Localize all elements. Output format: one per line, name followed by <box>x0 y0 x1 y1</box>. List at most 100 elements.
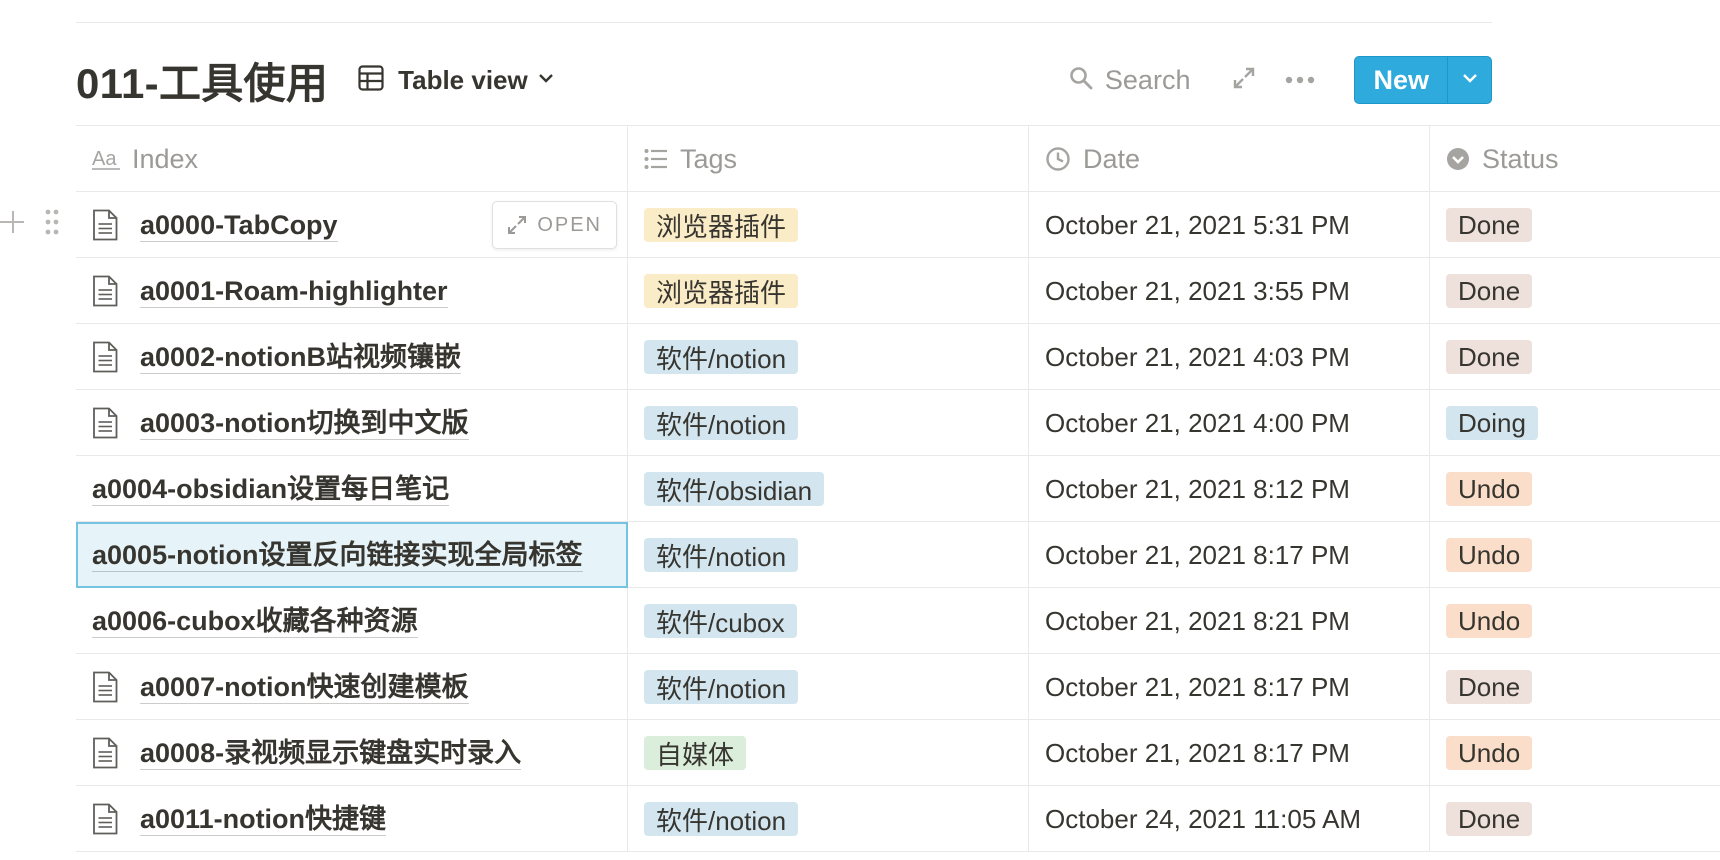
status-cell[interactable]: Done <box>1430 258 1720 324</box>
tag-chip: 软件/notion <box>644 670 799 704</box>
page-title-text: a0002-notionB站视频镶嵌 <box>140 341 462 374</box>
chevron-down-icon <box>1462 71 1478 89</box>
date-cell[interactable]: October 21, 2021 8:21 PM <box>1029 588 1430 654</box>
page-icon <box>92 802 122 836</box>
page-icon <box>92 736 122 770</box>
index-cell[interactable]: a0011-notion快捷键 <box>76 786 628 852</box>
page-title-link[interactable]: a0006-cubox收藏各种资源 <box>92 605 418 638</box>
open-arrows-icon <box>507 215 527 235</box>
status-cell[interactable]: Done <box>1430 654 1720 720</box>
status-cell[interactable]: Done <box>1430 324 1720 390</box>
table-row[interactable]: a0006-cubox收藏各种资源 软件/cubox October 21, 202… <box>76 588 1720 654</box>
column-header-label: Tags <box>680 143 738 174</box>
date-text: October 21, 2021 8:12 PM <box>1045 473 1350 504</box>
page-icon <box>92 208 122 242</box>
column-header-status[interactable]: Status <box>1430 126 1720 192</box>
index-cell[interactable]: a0001-Roam-highlighter <box>76 258 628 324</box>
table-row[interactable]: a0007-notion快速创建模板 软件/notion October 21, 2… <box>76 654 1720 720</box>
index-cell[interactable]: a0007-notion快速创建模板 <box>76 654 628 720</box>
tags-cell[interactable]: 软件/obsidian <box>628 456 1029 522</box>
page-title-link[interactable]: a0004-obsidian设置每日笔记 <box>92 473 450 506</box>
page-icon <box>92 406 122 440</box>
status-cell[interactable]: Undo <box>1430 522 1720 588</box>
tags-cell[interactable]: 软件/notion <box>628 786 1029 852</box>
page-title-link[interactable]: a0001-Roam-highlighter <box>92 274 448 308</box>
status-badge: Done <box>1446 274 1533 308</box>
tags-cell[interactable]: 自媒体 <box>628 720 1029 786</box>
index-cell[interactable]: a0004-obsidian设置每日笔记 <box>76 456 628 522</box>
table-row[interactable]: a0002-notionB站视频镶嵌 软件/notion October 21, 2… <box>76 324 1720 390</box>
drag-handle-icon[interactable] <box>44 207 60 237</box>
column-header-date[interactable]: Date <box>1029 126 1430 192</box>
new-options-button[interactable] <box>1447 57 1491 103</box>
tags-cell[interactable]: 软件/notion <box>628 390 1029 456</box>
open-row-button[interactable]: OPEN <box>492 201 617 249</box>
tag-chip: 软件/notion <box>644 340 799 374</box>
status-badge: Doing <box>1446 406 1538 440</box>
column-header-index[interactable]: Aa Index <box>76 126 628 192</box>
text-aa-icon: Aa <box>92 147 120 171</box>
page-title-text: a0001-Roam-highlighter <box>140 275 448 308</box>
page-title-link[interactable]: a0008-录视频显示键盘实时录入 <box>92 736 522 770</box>
header-actions: Search New <box>1063 56 1492 104</box>
page-title-text: a0011-notion快捷键 <box>140 803 387 836</box>
column-header-tags[interactable]: Tags <box>628 126 1029 192</box>
tags-cell[interactable]: 软件/notion <box>628 522 1029 588</box>
date-cell[interactable]: October 21, 2021 8:17 PM <box>1029 720 1430 786</box>
status-cell[interactable]: Undo <box>1430 456 1720 522</box>
tags-cell[interactable]: 软件/notion <box>628 324 1029 390</box>
database-title[interactable]: 011-工具使用 <box>76 50 328 111</box>
search-button[interactable]: Search <box>1063 60 1197 100</box>
tags-cell[interactable]: 浏览器插件 <box>628 258 1029 324</box>
date-text: October 21, 2021 8:17 PM <box>1045 539 1350 570</box>
status-cell[interactable]: Undo <box>1430 720 1720 786</box>
page-title-link[interactable]: a0002-notionB站视频镶嵌 <box>92 340 462 374</box>
table-row[interactable]: a0011-notion快捷键 软件/notion October 24, 2021… <box>76 786 1720 852</box>
date-cell[interactable]: October 24, 2021 11:05 AM <box>1029 786 1430 852</box>
index-cell[interactable]: a0005-notion设置反向链接实现全局标签 <box>76 522 628 588</box>
page-title-link[interactable]: a0005-notion设置反向链接实现全局标签 <box>92 539 583 572</box>
date-cell[interactable]: October 21, 2021 8:17 PM <box>1029 654 1430 720</box>
table-row[interactable]: a0004-obsidian设置每日笔记 软件/obsidian October 2… <box>76 456 1720 522</box>
view-switcher[interactable]: Table view <box>352 60 560 100</box>
page-title-link[interactable]: a0011-notion快捷键 <box>92 802 387 836</box>
date-cell[interactable]: October 21, 2021 8:17 PM <box>1029 522 1430 588</box>
table-row[interactable]: a0003-notion切换到中文版 软件/notion October 21, 2… <box>76 390 1720 456</box>
date-cell[interactable]: October 21, 2021 3:55 PM <box>1029 258 1430 324</box>
date-cell[interactable]: October 21, 2021 8:12 PM <box>1029 456 1430 522</box>
tags-cell[interactable]: 软件/cubox <box>628 588 1029 654</box>
index-cell[interactable]: a0008-录视频显示键盘实时录入 <box>76 720 628 786</box>
table-row[interactable]: a0000-TabCopy OPEN 浏览器插件 October 21, 2021 5… <box>76 192 1720 258</box>
page-title-link[interactable]: a0007-notion快速创建模板 <box>92 670 469 704</box>
date-cell[interactable]: October 21, 2021 5:31 PM <box>1029 192 1430 258</box>
date-text: October 21, 2021 4:03 PM <box>1045 341 1350 372</box>
table-row[interactable]: a0001-Roam-highlighter 浏览器插件 October 21, 2… <box>76 258 1720 324</box>
status-cell[interactable]: Done <box>1430 192 1720 258</box>
table-row[interactable]: a0005-notion设置反向链接实现全局标签 软件/notion October… <box>76 522 1720 588</box>
table-header-row: Aa Index Tags Date Status <box>76 126 1720 192</box>
status-cell[interactable]: Doing <box>1430 390 1720 456</box>
multiselect-list-icon <box>644 148 668 170</box>
tags-cell[interactable]: 浏览器插件 <box>628 192 1029 258</box>
date-cell[interactable]: October 21, 2021 4:03 PM <box>1029 324 1430 390</box>
index-cell[interactable]: a0006-cubox收藏各种资源 <box>76 588 628 654</box>
date-cell[interactable]: October 21, 2021 4:00 PM <box>1029 390 1430 456</box>
more-options-button[interactable] <box>1278 62 1322 98</box>
table-row[interactable]: a0008-录视频显示键盘实时录入 自媒体 October 21, 2021 8:1… <box>76 720 1720 786</box>
index-cell[interactable]: a0003-notion切换到中文版 <box>76 390 628 456</box>
open-full-page-button[interactable] <box>1226 62 1262 98</box>
page-title-text: a0007-notion快速创建模板 <box>140 671 469 704</box>
page-title-link[interactable]: a0000-TabCopy <box>92 208 338 242</box>
new-button[interactable]: New <box>1355 57 1447 103</box>
add-row-icon[interactable] <box>0 206 26 238</box>
row-handles <box>0 204 70 240</box>
status-cell[interactable]: Done <box>1430 786 1720 852</box>
page-title-link[interactable]: a0003-notion切换到中文版 <box>92 406 469 440</box>
open-label: OPEN <box>537 213 602 236</box>
status-cell[interactable]: Undo <box>1430 588 1720 654</box>
tags-cell[interactable]: 软件/notion <box>628 654 1029 720</box>
status-badge: Undo <box>1446 538 1533 572</box>
index-cell[interactable]: a0000-TabCopy OPEN <box>76 192 628 258</box>
page-title-text: a0006-cubox收藏各种资源 <box>92 605 418 638</box>
index-cell[interactable]: a0002-notionB站视频镶嵌 <box>76 324 628 390</box>
